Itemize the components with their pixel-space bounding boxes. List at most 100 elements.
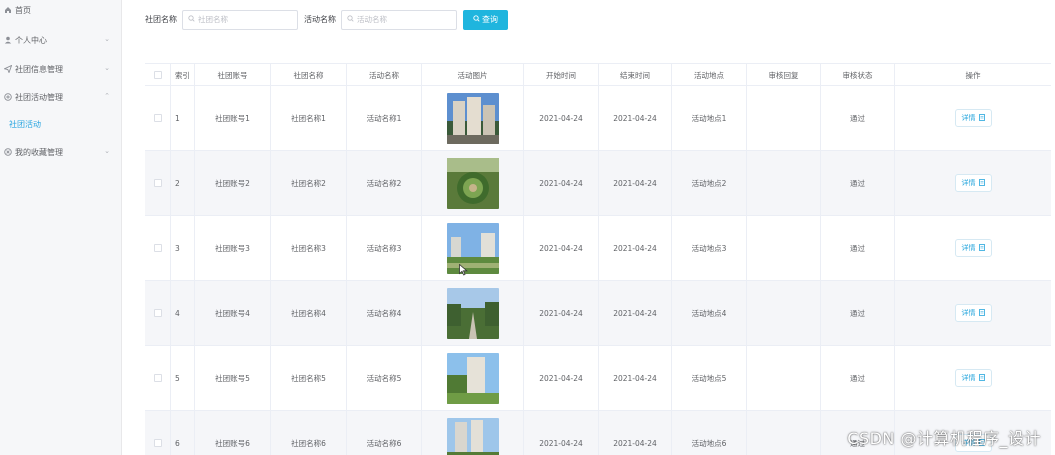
activity-image[interactable] — [446, 352, 499, 404]
query-button-label: 查询 — [482, 15, 498, 24]
cell-actions: 详情 — [895, 151, 1051, 215]
cell-activity: 活动名称1 — [347, 86, 422, 150]
detail-button[interactable]: 详情 — [954, 174, 992, 192]
cell-end: 2021-04-24 — [599, 151, 672, 215]
sidebar-item-home[interactable]: 首页 — [0, 1, 122, 19]
chevron-down-icon: ⌄ — [104, 35, 110, 43]
search-icon — [347, 15, 354, 24]
cell-account: 社团账号2 — [195, 151, 271, 215]
activity-image[interactable] — [446, 287, 499, 339]
cell-activity: 活动名称2 — [347, 151, 422, 215]
header-index[interactable]: 索引 — [171, 64, 195, 86]
header-reply[interactable]: 审核回复 — [747, 64, 821, 86]
query-button[interactable]: 查询 — [463, 9, 508, 30]
cell-index: 2 — [171, 151, 195, 215]
header-image[interactable]: 活动图片 — [422, 64, 524, 86]
search-icon — [188, 15, 195, 24]
cell-actions: 详情 — [895, 281, 1051, 345]
header-place[interactable]: 活动地点 — [672, 64, 747, 86]
header-activity[interactable]: 活动名称 — [347, 64, 422, 86]
search-icon — [473, 15, 480, 24]
row-checkbox[interactable] — [153, 309, 162, 317]
cell-image — [422, 281, 524, 345]
sidebar-item-club-activity[interactable]: 社团活动管理 ⌃ — [0, 88, 122, 106]
activity-image[interactable] — [446, 417, 499, 455]
header-club[interactable]: 社团名称 — [271, 64, 347, 86]
cell-activity: 活动名称6 — [347, 411, 422, 455]
row-checkbox[interactable] — [153, 114, 162, 122]
detail-button-label: 详情 — [961, 374, 976, 382]
table-row: 4 社团账号4 社团名称4 活动名称4 2021-04-24 2021-04-24 活动地点… — [145, 281, 1051, 346]
cell-reply — [747, 151, 821, 215]
cell-end: 2021-04-24 — [599, 216, 672, 280]
cell-status: 通过 — [821, 86, 895, 150]
cell-club: 社团名称4 — [271, 281, 347, 345]
sidebar: 首页 个人中心 ⌄ 社团信息管理 ⌄ 社团活动管理 ⌃ 社团活动 我的收藏管理 … — [0, 0, 122, 455]
cell-actions: 详情 — [895, 86, 1051, 150]
row-select-cell — [145, 151, 171, 215]
cell-image — [422, 86, 524, 150]
cell-reply — [747, 86, 821, 150]
header-account[interactable]: 社团账号 — [195, 64, 271, 86]
sidebar-subitem-club-activity[interactable]: 社团活动 — [0, 115, 122, 133]
row-select-cell — [145, 216, 171, 280]
cell-start: 2021-04-24 — [524, 346, 599, 410]
detail-button-label: 详情 — [961, 114, 976, 122]
document-icon — [978, 373, 985, 383]
detail-button[interactable]: 详情 — [954, 239, 992, 257]
sidebar-item-personal[interactable]: 个人中心 ⌄ — [0, 31, 122, 49]
cell-start: 2021-04-24 — [524, 216, 599, 280]
row-checkbox[interactable] — [153, 244, 162, 252]
detail-button-label: 详情 — [961, 309, 976, 317]
row-select-cell — [145, 411, 171, 455]
detail-button[interactable]: 详情 — [954, 369, 992, 387]
cell-club: 社团名称3 — [271, 216, 347, 280]
row-checkbox[interactable] — [153, 374, 162, 382]
cell-place: 活动地点4 — [672, 281, 747, 345]
table-row: 1 社团账号1 社团名称1 活动名称1 2021-04-24 2021-04-24 活动地点… — [145, 86, 1051, 151]
cell-activity: 活动名称3 — [347, 216, 422, 280]
cell-actions: 详情 — [895, 216, 1051, 280]
activity-image[interactable] — [446, 92, 499, 144]
sidebar-item-favorites[interactable]: 我的收藏管理 ⌄ — [0, 143, 122, 161]
cell-account: 社团账号4 — [195, 281, 271, 345]
cell-actions: 详情 — [895, 346, 1051, 410]
cell-image — [422, 346, 524, 410]
cell-club: 社团名称5 — [271, 346, 347, 410]
header-end[interactable]: 结束时间 — [599, 64, 672, 86]
cell-index: 6 — [171, 411, 195, 455]
row-checkbox[interactable] — [153, 439, 162, 447]
row-select-cell — [145, 346, 171, 410]
activity-name-input[interactable]: 活动名称 — [341, 9, 457, 30]
user-icon — [3, 36, 12, 45]
club-name-input[interactable]: 社团名称 — [182, 9, 298, 30]
cell-end: 2021-04-24 — [599, 411, 672, 455]
header-start[interactable]: 开始时间 — [524, 64, 599, 86]
cell-image — [422, 216, 524, 280]
watermark: CSDN @计算机程序_设计 — [847, 429, 1041, 448]
table-row: 3 社团账号3 社团名称3 活动名称3 2021-04-24 2021-04-24 活动地点… — [145, 216, 1051, 281]
document-icon — [978, 243, 985, 253]
detail-button[interactable]: 详情 — [954, 304, 992, 322]
activity-image[interactable] — [446, 222, 499, 274]
cell-end: 2021-04-24 — [599, 346, 672, 410]
search-bar: 社团名称 社团名称 活动名称 活动名称 查询 — [145, 9, 508, 30]
main-content: 社团名称 社团名称 活动名称 活动名称 查询 索引 社团账号 社团名称 活动名称… — [123, 0, 1055, 455]
sidebar-item-club-info[interactable]: 社团信息管理 ⌄ — [0, 60, 122, 78]
cell-place: 活动地点6 — [672, 411, 747, 455]
activity-name-placeholder: 活动名称 — [357, 15, 387, 24]
table-header: 索引 社团账号 社团名称 活动名称 活动图片 开始时间 结束时间 活动地点 审核… — [145, 63, 1051, 86]
home-icon — [3, 6, 12, 15]
cell-place: 活动地点5 — [672, 346, 747, 410]
row-checkbox[interactable] — [153, 179, 162, 187]
document-icon — [978, 308, 985, 318]
activity-name-label: 活动名称 — [304, 15, 336, 24]
select-all-checkbox[interactable] — [153, 71, 162, 79]
table-row: 2 社团账号2 社团名称2 活动名称2 2021-04-24 2021-04-24 活动地点… — [145, 151, 1051, 216]
detail-button[interactable]: 详情 — [954, 109, 992, 127]
cell-index: 5 — [171, 346, 195, 410]
row-select-cell — [145, 281, 171, 345]
activity-image[interactable] — [446, 157, 499, 209]
document-icon — [978, 113, 985, 123]
header-status[interactable]: 审核状态 — [821, 64, 895, 86]
